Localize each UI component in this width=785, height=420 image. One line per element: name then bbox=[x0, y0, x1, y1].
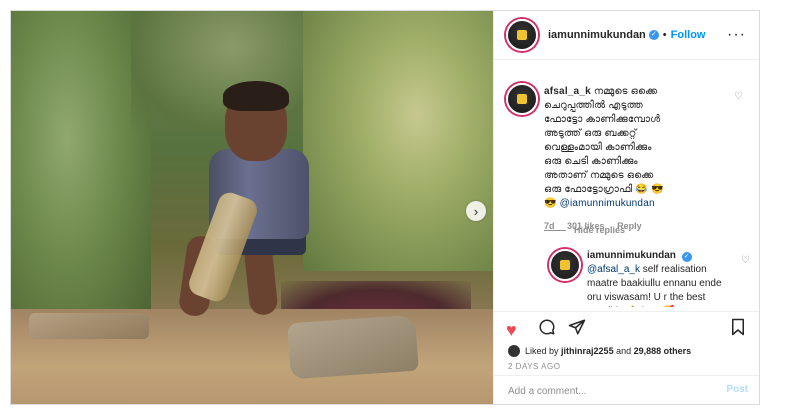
avatar bbox=[508, 345, 520, 357]
comment-line: ഒരു ചെടി കാണിക്കും bbox=[544, 156, 638, 167]
comment-body: afsal_a_k നമ്മുടെ ഒക്കെ ചെറുപ്പത്തിൽ എടു… bbox=[544, 85, 734, 211]
post-button[interactable]: Post bbox=[726, 384, 748, 395]
comment-line: വെള്ളംമായി കാണിക്കും bbox=[544, 142, 652, 153]
hide-replies-button[interactable]: Hide replies bbox=[544, 225, 625, 235]
chevron-right-icon: › bbox=[473, 203, 479, 219]
comment-mention[interactable]: @iamunnimukundan bbox=[560, 198, 655, 209]
separator-dot: • bbox=[662, 29, 667, 41]
comment-mention[interactable]: @afsal_a_k bbox=[587, 264, 640, 275]
liked-by-user[interactable]: jithinraj2255 bbox=[561, 346, 614, 356]
comment-like-icon[interactable]: ♡ bbox=[734, 91, 743, 102]
bookmark-icon[interactable] bbox=[730, 318, 746, 341]
follow-button[interactable]: Follow bbox=[671, 29, 706, 41]
comment-line: ചെറുപ്പത്തിൽ എടുത്ത bbox=[544, 100, 643, 111]
comment-like-icon[interactable]: ♡ bbox=[741, 255, 750, 266]
divider bbox=[544, 230, 566, 232]
post-timestamp: 2 DAYS AGO bbox=[508, 362, 561, 371]
comment-line: ഫോട്ടോ കാണിക്കുമ്പോൾ bbox=[544, 114, 661, 125]
reply-item: iamunnimukundan ✓ @afsal_a_k self realis… bbox=[549, 249, 754, 307]
post-username[interactable]: iamunnimukundan bbox=[548, 29, 646, 41]
likes-prefix: Liked by bbox=[525, 346, 559, 356]
post-header: iamunnimukundan ✓ • Follow ··· bbox=[494, 11, 759, 60]
likes-and: and bbox=[616, 346, 632, 356]
heart-filled-icon[interactable]: ♥ bbox=[506, 320, 517, 341]
photo-foliage-right bbox=[303, 11, 493, 271]
comment-username[interactable]: afsal_a_k bbox=[544, 86, 591, 97]
comment-icon[interactable] bbox=[538, 318, 556, 341]
likes-count[interactable]: 29,888 others bbox=[634, 346, 692, 356]
post-photo[interactable]: › bbox=[11, 11, 493, 404]
avatar[interactable] bbox=[549, 249, 581, 281]
post-actions: ♥ bbox=[494, 311, 759, 342]
share-icon[interactable] bbox=[568, 318, 586, 341]
avatar[interactable] bbox=[506, 83, 538, 115]
comment-line: ഒരു ഫോട്ടോഗ്രാഫി 😂 😎 bbox=[544, 184, 664, 195]
comment-line: നമ്മുടെ ഒക്കെ bbox=[593, 86, 658, 97]
comment-emoji: 😎 bbox=[544, 198, 557, 209]
avatar[interactable] bbox=[506, 19, 538, 51]
photo-stone bbox=[29, 313, 149, 339]
post-dialog: › iamunnimukundan ✓ • Follow ··· afsal_a… bbox=[10, 10, 760, 405]
reply-body: iamunnimukundan ✓ @afsal_a_k self realis… bbox=[587, 249, 727, 307]
add-comment-bar: Post bbox=[494, 375, 759, 404]
comment-line: അതാണ് നമ്മുടെ ഒക്കെ bbox=[544, 170, 654, 181]
photo-foliage-left bbox=[11, 11, 151, 331]
photo-child-hair bbox=[223, 81, 289, 111]
more-dots-icon[interactable]: ··· bbox=[727, 26, 746, 44]
comment-item: afsal_a_k നമ്മുടെ ഒക്കെ ചെറുപ്പത്തിൽ എടു… bbox=[506, 83, 746, 233]
hide-replies-label: Hide replies bbox=[574, 225, 626, 235]
post-side-panel: iamunnimukundan ✓ • Follow ··· afsal_a_k… bbox=[493, 11, 759, 404]
next-photo-button[interactable]: › bbox=[466, 201, 486, 221]
verified-badge-icon: ✓ bbox=[681, 252, 692, 262]
comments-list: afsal_a_k നമ്മുടെ ഒക്കെ ചെറുപ്പത്തിൽ എടു… bbox=[494, 67, 759, 307]
comment-line: അടുത്ത് ഒരു ബക്കറ്റ് bbox=[544, 128, 637, 139]
likes-line: Liked by jithinraj2255 and 29,888 others bbox=[508, 345, 691, 357]
comment-input[interactable] bbox=[506, 382, 710, 400]
comment-username[interactable]: iamunnimukundan bbox=[587, 250, 676, 261]
photo-rock bbox=[287, 314, 419, 380]
verified-badge-icon: ✓ bbox=[648, 30, 659, 40]
